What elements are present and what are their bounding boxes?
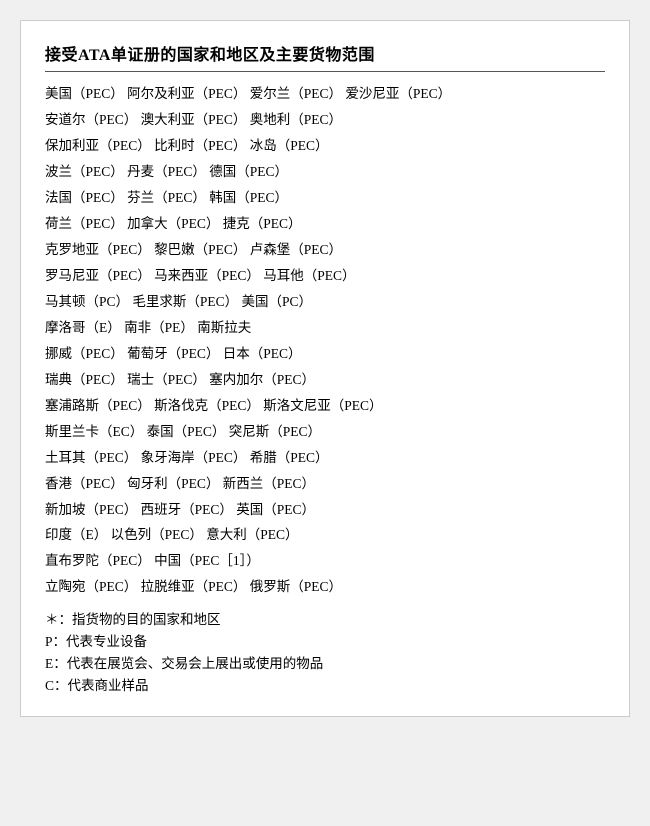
country-list: 美国（PEC） 阿尔及利亚（PEC） 爱尔兰（PEC） 爱沙尼亚（PEC）安道尔… xyxy=(45,82,605,600)
country-row: 瑞典（PEC） 瑞士（PEC） 塞内加尔（PEC） xyxy=(45,368,605,393)
country-row: 马其顿（PC） 毛里求斯（PEC） 美国（PC） xyxy=(45,290,605,315)
country-row: 安道尔（PEC） 澳大利亚（PEC） 奥地利（PEC） xyxy=(45,108,605,133)
legend-item: E：代表在展览会、交易会上展出或使用的物品 xyxy=(45,652,605,672)
country-row: 塞浦路斯（PEC） 斯洛伐克（PEC） 斯洛文尼亚（PEC） xyxy=(45,394,605,419)
country-row: 波兰（PEC） 丹麦（PEC） 德国（PEC） xyxy=(45,160,605,185)
country-row: 新加坡（PEC） 西班牙（PEC） 英国（PEC） xyxy=(45,498,605,523)
divider xyxy=(45,71,605,72)
country-row: 挪威（PEC） 葡萄牙（PEC） 日本（PEC） xyxy=(45,342,605,367)
legend-item: C：代表商业样品 xyxy=(45,674,605,694)
country-row: 直布罗陀（PEC） 中国（PEC［1］） xyxy=(45,549,605,574)
legend-item: P：代表专业设备 xyxy=(45,630,605,650)
country-row: 印度（E） 以色列（PEC） 意大利（PEC） xyxy=(45,523,605,548)
legend-item: ＊：指货物的目的国家和地区 xyxy=(45,608,605,628)
country-row: 保加利亚（PEC） 比利时（PEC） 冰岛（PEC） xyxy=(45,134,605,159)
legend-section: ＊：指货物的目的国家和地区P：代表专业设备E：代表在展览会、交易会上展出或使用的… xyxy=(45,608,605,694)
country-row: 克罗地亚（PEC） 黎巴嫩（PEC） 卢森堡（PEC） xyxy=(45,238,605,263)
country-row: 斯里兰卡（EC） 泰国（PEC） 突尼斯（PEC） xyxy=(45,420,605,445)
country-row: 摩洛哥（E） 南非（PE） 南斯拉夫 xyxy=(45,316,605,341)
country-row: 罗马尼亚（PEC） 马来西亚（PEC） 马耳他（PEC） xyxy=(45,264,605,289)
country-row: 荷兰（PEC） 加拿大（PEC） 捷克（PEC） xyxy=(45,212,605,237)
main-card: 接受ATA单证册的国家和地区及主要货物范围 美国（PEC） 阿尔及利亚（PEC）… xyxy=(20,20,630,717)
country-row: 立陶宛（PEC） 拉脱维亚（PEC） 俄罗斯（PEC） xyxy=(45,575,605,600)
country-row: 法国（PEC） 芬兰（PEC） 韩国（PEC） xyxy=(45,186,605,211)
country-row: 香港（PEC） 匈牙利（PEC） 新西兰（PEC） xyxy=(45,472,605,497)
country-row: 美国（PEC） 阿尔及利亚（PEC） 爱尔兰（PEC） 爱沙尼亚（PEC） xyxy=(45,82,605,107)
card-title: 接受ATA单证册的国家和地区及主要货物范围 xyxy=(45,41,605,65)
country-row: 土耳其（PEC） 象牙海岸（PEC） 希腊（PEC） xyxy=(45,446,605,471)
